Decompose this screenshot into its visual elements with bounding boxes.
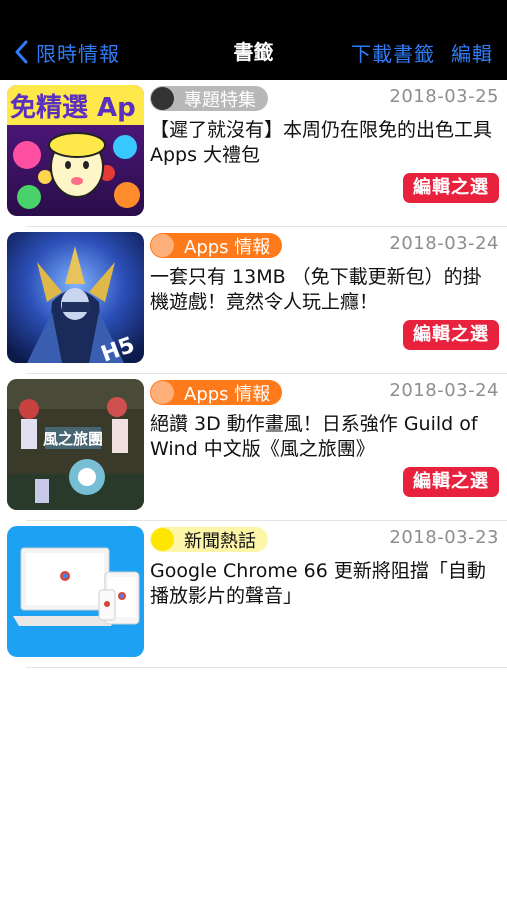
bookmark-item[interactable]: H5 Apps 情報 2018-03-24 一套只有 13MB （免下載更新包）… — [0, 227, 507, 374]
nav-actions: 下載書籤 編輯 — [351, 38, 493, 66]
game-battle-thumbnail: 風之旅團 — [7, 379, 144, 510]
date-label: 2018-03-25 — [389, 86, 499, 107]
article-title: Google Chrome 66 更新將阻擋「自動播放影片的聲音」 — [150, 560, 486, 607]
download-bookmarks-button[interactable]: 下載書籤 — [351, 38, 435, 67]
category-label: 專題特集 — [184, 89, 256, 111]
category-label: 新聞熱話 — [184, 530, 256, 552]
category-label: Apps 情報 — [184, 383, 271, 405]
category-badge: Apps 情報 — [150, 233, 283, 258]
bookmark-list: 免精選 Ap 專題特集 2018-03-25 【遲了就沒有】本周仍在限免的出色工… — [0, 80, 507, 668]
editor-pick-badge: 編輯之選 — [403, 173, 499, 203]
chevron-left-icon — [15, 40, 28, 64]
bookmark-item[interactable]: 新聞熱話 2018-03-23 Google Chrome 66 更新將阻擋「自… — [0, 521, 507, 668]
editor-pick-badge: 編輯之選 — [403, 320, 499, 350]
article-title: 【遲了就沒有】本周仍在限免的出色工具 Apps 大禮包 — [150, 119, 493, 166]
date-label: 2018-03-24 — [389, 380, 499, 401]
date-label: 2018-03-24 — [389, 233, 499, 254]
thumb-text: 免精選 Ap — [10, 92, 136, 123]
article-title: 絕讚 3D 動作畫風！日系強作 Guild of Wind 中文版《風之旅團》 — [150, 413, 478, 460]
navigation-bar: 限時情報 書籤 下載書籤 編輯 — [0, 0, 507, 80]
back-button-label: 限時情報 — [36, 41, 120, 66]
bookmark-item[interactable]: 風之旅團 Apps 情報 2018-03-24 絕讚 3D 動作畫風！日系強作 … — [0, 374, 507, 521]
badge-dot — [151, 87, 174, 110]
badge-dot — [151, 528, 174, 551]
chrome-devices-thumbnail — [7, 526, 144, 657]
app-bundle-thumbnail: 免精選 Ap — [7, 85, 144, 216]
category-label: Apps 情報 — [184, 236, 271, 258]
badge-dot — [151, 234, 174, 257]
back-button[interactable]: 限時情報 — [14, 38, 120, 66]
editor-pick-badge: 編輯之選 — [403, 467, 499, 497]
bookmark-item[interactable]: 免精選 Ap 專題特集 2018-03-25 【遲了就沒有】本周仍在限免的出色工… — [0, 80, 507, 227]
category-badge: 新聞熱話 — [150, 527, 268, 552]
category-badge: 專題特集 — [150, 86, 268, 111]
category-badge: Apps 情報 — [150, 380, 283, 405]
article-title: 一套只有 13MB （免下載更新包）的掛機遊戲！竟然令人玩上癮！ — [150, 266, 482, 313]
badge-dot — [151, 381, 174, 404]
edit-button[interactable]: 編輯 — [451, 38, 493, 67]
date-label: 2018-03-23 — [389, 527, 499, 548]
thumb-text: 風之旅團 — [43, 430, 103, 448]
game-warrior-thumbnail: H5 — [7, 232, 144, 363]
